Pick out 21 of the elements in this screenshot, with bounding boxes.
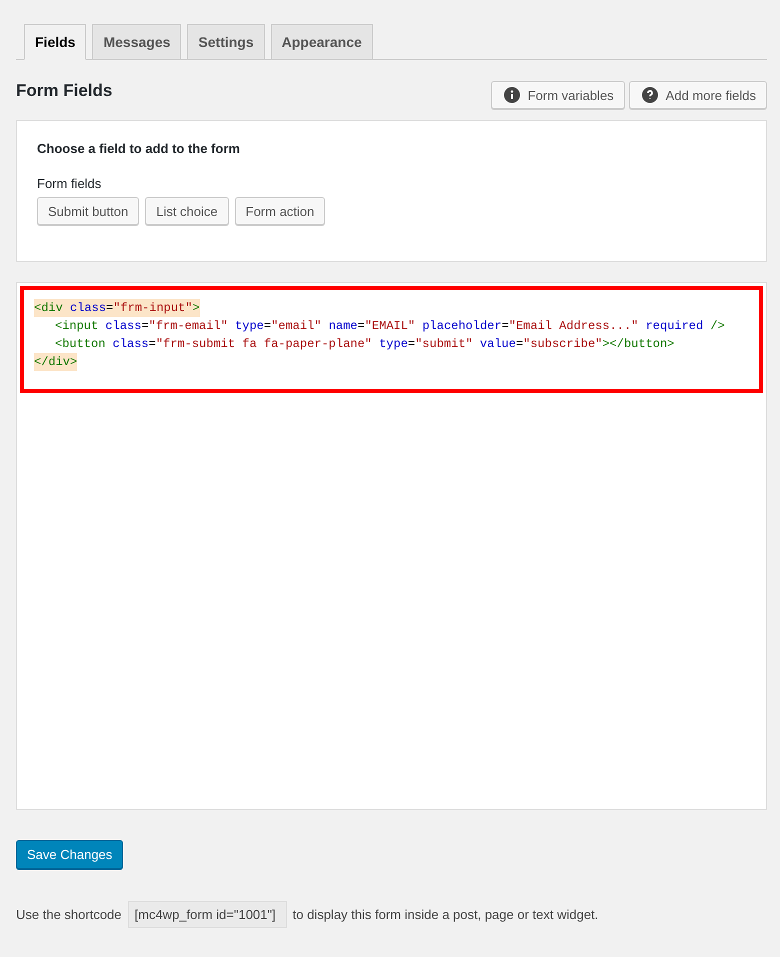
group-label: Form fields — [37, 176, 102, 191]
tab[interactable]: Appearance — [270, 24, 373, 60]
shortcode-hint: to display this form inside a post, page or text widget. — [292, 907, 598, 922]
info-icon — [504, 87, 520, 103]
tab[interactable]: Messages — [92, 24, 182, 60]
form-variables-button[interactable]: Form variables — [490, 81, 625, 109]
tab[interactable]: Fields — [24, 24, 86, 60]
card-title: Choose a field to add to the form — [37, 141, 241, 156]
code-editor[interactable] — [16, 282, 767, 810]
tab[interactable]: Settings — [187, 24, 265, 60]
code-line: <input class="frm-email" type="email" name="EMAIL" placeholder="Email Address..." required /> — [55, 318, 725, 335]
help-icon — [642, 87, 658, 103]
shortcode-label: Use the shortcode — [16, 907, 122, 922]
section-heading: Form Fields — [16, 81, 112, 101]
field-button[interactable]: Form action — [234, 197, 326, 225]
code-line: <button class="frm-submit fa fa-paper-plane" type="submit" value="subscribe"></button> — [55, 336, 674, 353]
shortcode-field[interactable]: [mc4wp_form id="1001"] — [128, 901, 287, 928]
save-button[interactable]: Save Changes — [16, 840, 124, 869]
field-button[interactable]: Submit button — [37, 197, 140, 225]
add-fields-button[interactable]: Add more fields — [628, 81, 767, 109]
field-button[interactable]: List choice — [145, 197, 229, 225]
